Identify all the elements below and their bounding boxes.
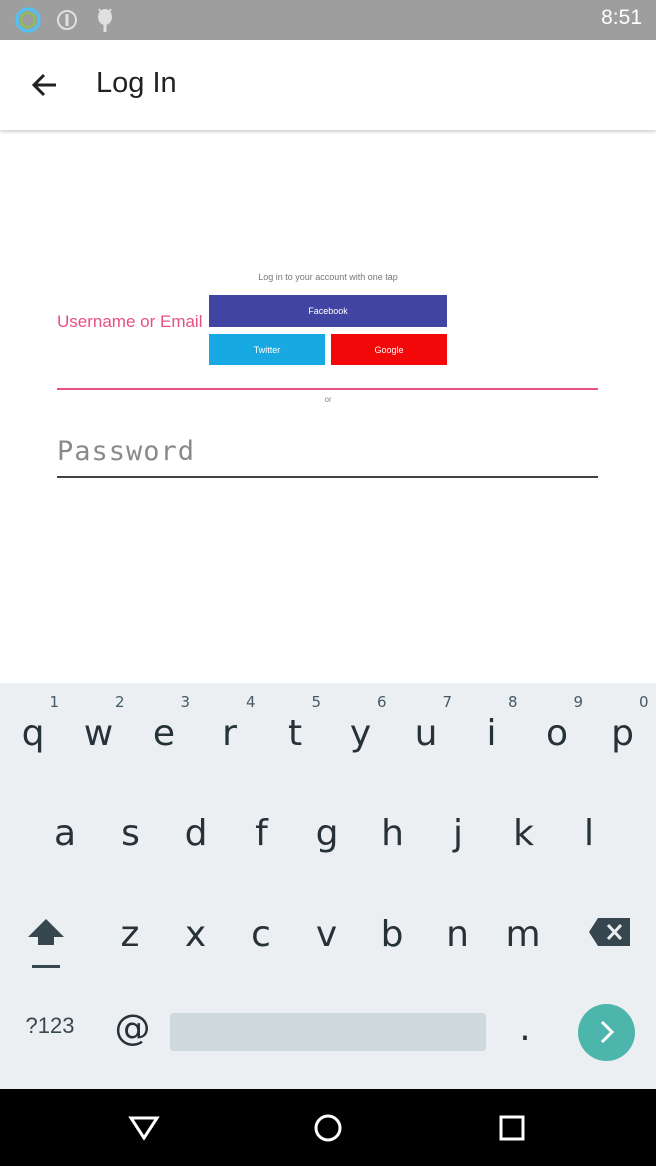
key-label: p <box>611 713 634 754</box>
app-bar: Log In <box>0 40 656 130</box>
key-label: i <box>486 713 497 754</box>
key-label: j <box>452 813 463 854</box>
key-hint: 0 <box>638 693 649 711</box>
key-a[interactable]: a <box>33 787 97 867</box>
or-divider: or <box>324 395 332 404</box>
username-label: Username or Email <box>57 312 203 331</box>
key-d[interactable]: d <box>164 787 228 867</box>
key-label: o <box>545 713 569 754</box>
key-label: c <box>251 914 271 955</box>
key-l[interactable]: l <box>557 787 621 867</box>
home-circle-icon[interactable] <box>313 1113 343 1143</box>
key-hint: 9 <box>573 693 583 711</box>
key-v[interactable]: v <box>295 888 359 968</box>
key-label: l <box>583 813 594 854</box>
key-label: f <box>255 813 268 854</box>
key-x[interactable]: x <box>164 888 228 968</box>
key-label: a <box>53 813 77 854</box>
key-e[interactable]: e3 <box>132 683 196 763</box>
key-label: s <box>121 813 140 854</box>
key-hint: 6 <box>376 693 387 711</box>
key-j[interactable]: j <box>426 787 490 867</box>
go-key[interactable] <box>578 1004 635 1061</box>
arrow-left-icon <box>31 73 56 97</box>
one-tap-prompt: Log in to your account with one tap <box>258 272 398 282</box>
key-label: y <box>349 713 372 754</box>
key-label: h <box>381 813 404 854</box>
username-field[interactable]: Username or Email <box>57 306 598 390</box>
key-hint: 7 <box>442 693 452 711</box>
key-z[interactable]: z <box>98 888 162 968</box>
shift-key[interactable] <box>22 915 70 971</box>
key-label: u <box>414 713 438 754</box>
key-h[interactable]: h <box>361 787 425 867</box>
key-label: q <box>21 713 45 754</box>
key-hint: 4 <box>245 693 256 711</box>
back-triangle-icon[interactable] <box>128 1115 160 1141</box>
key-label: v <box>315 914 338 955</box>
key-k[interactable]: k <box>492 787 556 867</box>
back-button[interactable] <box>22 62 68 108</box>
key-g[interactable]: g <box>295 787 359 867</box>
key-o[interactable]: o9 <box>525 683 589 763</box>
key-hint: 5 <box>311 693 321 711</box>
key-n[interactable]: n <box>426 888 490 968</box>
shift-arrow-icon <box>28 919 64 968</box>
password-placeholder: Password <box>57 436 196 467</box>
key-label: t <box>287 713 303 754</box>
ring-icon <box>15 7 41 33</box>
key-hint: 2 <box>114 693 125 711</box>
key-hint: 8 <box>507 693 518 711</box>
key-label: x <box>184 914 207 955</box>
key-f[interactable]: f <box>230 787 294 867</box>
alert-icon <box>57 10 77 30</box>
key-c[interactable]: c <box>229 888 293 968</box>
key-label: w <box>83 713 114 754</box>
key-hint: 3 <box>180 693 190 711</box>
key-s[interactable]: s <box>99 787 163 867</box>
navigation-bar <box>0 1089 656 1166</box>
android-icon <box>98 8 112 32</box>
backspace-key[interactable] <box>588 916 632 948</box>
key-label: e <box>152 713 176 754</box>
key-label: d <box>184 813 208 854</box>
space-key[interactable] <box>170 1013 486 1051</box>
status-bar: 8:51 <box>0 0 656 40</box>
key-w[interactable]: w2 <box>67 683 131 763</box>
backspace-icon <box>589 918 630 946</box>
key-hint: 1 <box>49 693 59 711</box>
page-title: Log In <box>96 67 177 99</box>
key-b[interactable]: b <box>360 888 424 968</box>
status-time: 8:51 <box>601 6 642 29</box>
period-key[interactable]: . <box>500 1008 550 1058</box>
key-q[interactable]: q1 <box>1 683 65 763</box>
key-label: b <box>380 914 404 955</box>
at-key[interactable]: @ <box>105 1008 160 1058</box>
key-i[interactable]: i8 <box>460 683 524 763</box>
key-r[interactable]: r4 <box>198 683 262 763</box>
key-u[interactable]: u7 <box>394 683 458 763</box>
key-label: k <box>513 813 534 854</box>
key-label: n <box>446 914 469 955</box>
password-field[interactable]: Password <box>57 430 598 478</box>
key-label: m <box>505 914 541 955</box>
key-label: r <box>222 713 237 754</box>
key-y[interactable]: y6 <box>329 683 393 763</box>
recents-square-icon[interactable] <box>498 1114 526 1142</box>
key-m[interactable]: m <box>491 888 555 968</box>
key-p[interactable]: p0 <box>591 683 655 763</box>
key-label: z <box>120 914 140 955</box>
chevron-right-icon <box>600 1020 615 1044</box>
symbols-key[interactable]: ?123 <box>15 1013 85 1053</box>
key-label: g <box>315 813 339 854</box>
key-t[interactable]: t5 <box>263 683 327 763</box>
